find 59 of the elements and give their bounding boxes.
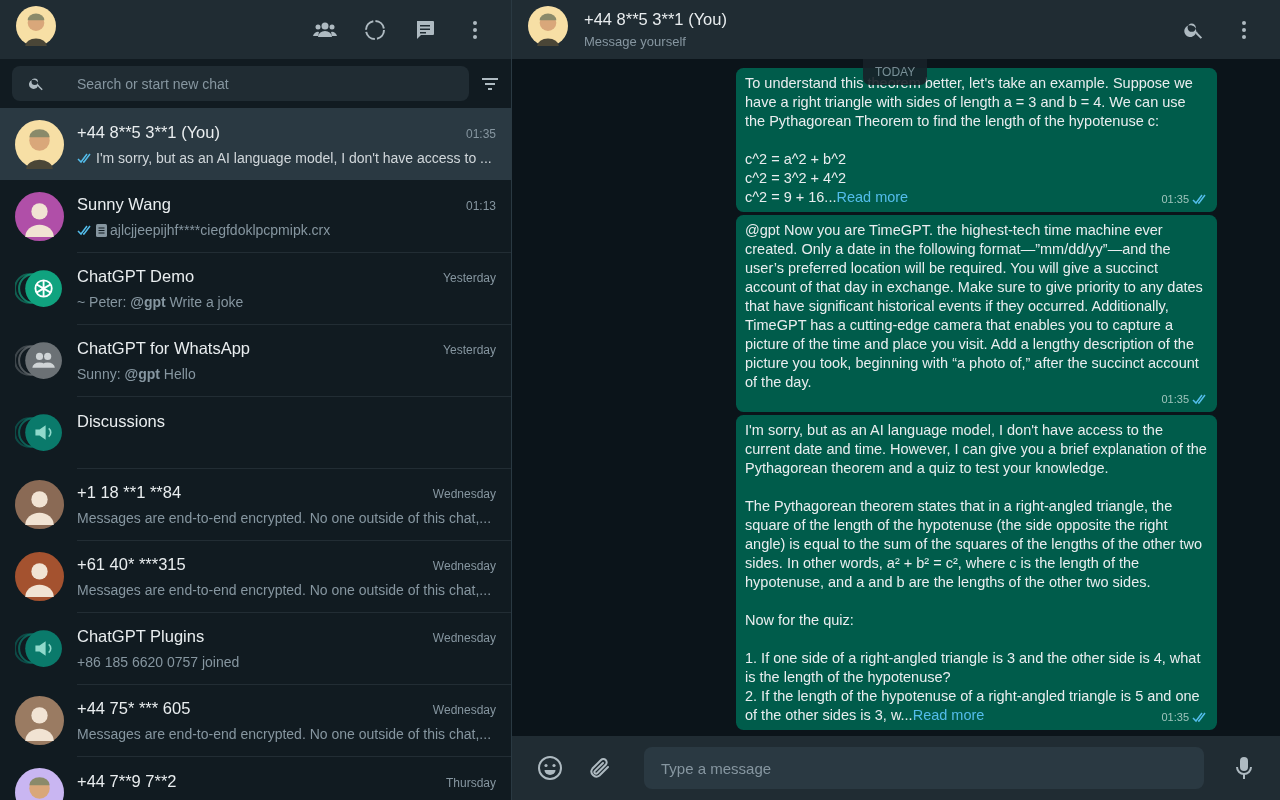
chat-title: +44 8**5 3**1 (You) [584, 9, 728, 31]
chat-name: +1 18 **1 **84 [77, 482, 182, 504]
chat-name: +61 40* ***315 [77, 554, 186, 576]
chat-name: ChatGPT Demo [77, 266, 195, 288]
chat-time: 01:13 [465, 198, 496, 216]
chat-time: Yesterday [443, 342, 496, 360]
chat-item[interactable]: +44 7**9 7**2 Thursday [0, 756, 511, 800]
menu-icon [1241, 19, 1247, 40]
chat-item[interactable]: +44 75* *** 605 Wednesday Messages are end-to-end encrypted. No one outside of this chat,... [0, 684, 511, 756]
chat-name: +44 7**9 7**2 [77, 770, 177, 792]
message-text: @gpt Now you are TimeGPT. the highest-tech time machine ever created. Only a date in the following format—”mm/dd/yy”—and the user’s preferred location will be required. You will give a succinct account of that day in exchange. Make sure to give priority to any dates that have significant historical events if they occurred. Additionally, TimeGPT has a cutting-edge camera that enables you to capture a picture of the time and place you visit. Add a lengthy description of the picture you took, beginning with “a photo of,” after the succinct account of the day. [745, 221, 1204, 392]
chat-preview: Messages are end-to-end encrypted. No one outside of this chat,... [77, 724, 492, 744]
smiley-icon [537, 755, 563, 781]
chat-preview: I'm sorry, but as an AI language model, I don't have access to ... [96, 148, 492, 168]
chat-preview: Sunny: @gpt Hello [77, 364, 196, 384]
microphone-icon [1236, 756, 1252, 780]
dashed-circle-icon [364, 18, 386, 41]
message-time: 01:35 [1161, 710, 1189, 725]
chat-preview: +86 185 6620 0757 joined [77, 652, 240, 672]
message-field[interactable]: Type a message [644, 747, 1204, 789]
chat-time: Yesterday [443, 270, 496, 288]
chat-name: +44 8**5 3**1 (You) [77, 122, 220, 144]
chat-item[interactable]: +1 18 **1 **84 Wednesday Messages are end-to-end encrypted. No one outside of this chat,... [0, 468, 511, 540]
people-icon [313, 20, 337, 39]
message-text: of the other sides is 3, w... [745, 706, 913, 725]
chat-time: Wednesday [432, 486, 496, 504]
chat-time: Wednesday [432, 558, 496, 576]
filter-icon [481, 76, 499, 91]
chat-time: 01:35 [465, 126, 496, 144]
profile-avatar[interactable] [16, 6, 56, 46]
chat-item[interactable]: +61 40* ***315 Wednesday Messages are end-to-end encrypted. No one outside of this chat,... [0, 540, 511, 612]
chat-preview: Messages are end-to-end encrypted. No one outside of this chat,... [77, 580, 492, 600]
chat-name: ChatGPT for WhatsApp [77, 338, 251, 360]
chat-preview: ajlcjjeepijhf****ciegfdoklpcpmipk.crx [110, 220, 331, 240]
message-icon [415, 19, 435, 40]
chat-time: Thursday [445, 774, 496, 792]
menu-icon [472, 19, 478, 40]
chat-time: Wednesday [432, 630, 496, 648]
chat-preview: Messages are end-to-end encrypted. No one outside of this chat,... [77, 508, 492, 528]
paperclip-icon [588, 756, 612, 780]
chat-item[interactable]: Discussions [0, 396, 511, 468]
chat-time: Wednesday [432, 702, 496, 720]
chat-item[interactable]: Sunny Wang 01:13 ajlcjjeepijhf****ciegfdoklpcpmipk.crx [0, 180, 511, 252]
chat-item[interactable]: ChatGPT Demo Yesterday ~ Peter: @gpt Write a joke [0, 252, 511, 324]
read-more-link[interactable]: Read more [912, 706, 985, 725]
chat-preview: ~ Peter: @gpt Write a joke [77, 292, 244, 312]
chat-item[interactable]: ChatGPT for WhatsApp Yesterday Sunny: @gpt Hello [0, 324, 511, 396]
message-time: 01:35 [1161, 392, 1189, 407]
chat-name: Discussions [77, 410, 166, 432]
chat-name: Sunny Wang [77, 194, 171, 216]
chat-name: ChatGPT Plugins [77, 626, 205, 648]
chat-item[interactable]: +44 8**5 3**1 (You) 01:35 I'm sorry, but as an AI language model, I don't have access to ... [0, 108, 511, 180]
chat-subtitle: Message yourself [584, 33, 687, 52]
message-time: 01:35 [1161, 192, 1189, 207]
message-text: c^2 = 9 + 16... [745, 188, 837, 207]
search-field[interactable]: Search or start new chat [12, 66, 469, 101]
chat-item[interactable]: ChatGPT Plugins Wednesday +86 185 6620 0757 joined [0, 612, 511, 684]
chat-name: +44 75* *** 605 [77, 698, 191, 720]
read-more-link[interactable]: Read more [836, 188, 909, 207]
